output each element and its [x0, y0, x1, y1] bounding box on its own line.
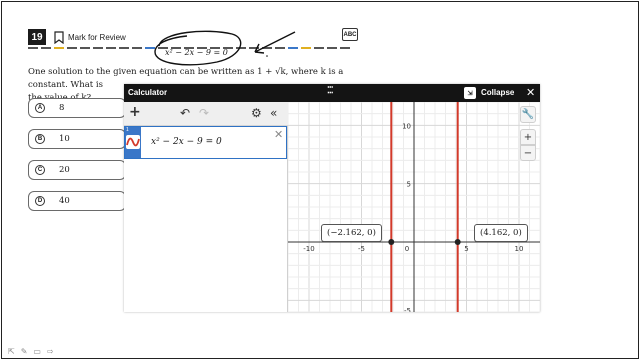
collapse-button[interactable]: Collapse	[481, 88, 514, 97]
collapse-icon[interactable]: ⇲	[464, 87, 476, 99]
choice-letter: A	[35, 103, 45, 113]
expression-input[interactable]: x² − 2x − 9 = 0	[151, 137, 222, 147]
graph-canvas[interactable]: -10 -5 0 5 10 10 5 -5	[288, 102, 540, 312]
choice-value: 10	[59, 134, 70, 144]
x-tick-label: 0	[405, 245, 409, 253]
graph-area[interactable]: -10 -5 0 5 10 10 5 -5 🔧 + − (−2.162, 0) (4.162,…	[288, 102, 540, 312]
y-tick-label: -5	[404, 307, 411, 312]
calculator-titlebar[interactable]: Calculator ⁚⁚⁚ ⇲ Collapse ✕	[124, 84, 540, 102]
root-point	[388, 239, 395, 245]
redo-icon[interactable]: ↷	[199, 106, 209, 120]
question-number: 19	[28, 29, 46, 45]
close-icon[interactable]: ✕	[526, 86, 535, 99]
zoom-in-button[interactable]: +	[520, 129, 536, 145]
x-tick-label: 10	[515, 245, 524, 253]
choice-a[interactable]: A 8	[28, 98, 126, 118]
choice-d[interactable]: D 40	[28, 191, 126, 211]
delete-expression-icon[interactable]: ✕	[274, 128, 283, 141]
x-tick-label: 5	[464, 245, 468, 253]
choice-letter: D	[35, 196, 45, 206]
screen: 19 Mark for Review ABC x² − 2x − 9 = 0 O…	[1, 1, 639, 359]
calculator-title: Calculator	[128, 88, 168, 97]
undo-icon[interactable]: ↶	[180, 106, 190, 120]
choice-letter: C	[35, 165, 45, 175]
hide-list-icon[interactable]: «	[270, 106, 277, 120]
drag-handle-icon[interactable]: ⁚⁚⁚	[327, 86, 334, 95]
choice-b[interactable]: B 10	[28, 129, 126, 149]
choice-value: 8	[59, 103, 65, 113]
y-tick-label: 5	[407, 181, 411, 189]
choice-c[interactable]: C 20	[28, 160, 126, 180]
system-tray: ⇱ ✎ ▭ ⇨	[8, 347, 54, 356]
x-tick-label: -10	[303, 245, 314, 253]
root-point	[454, 239, 461, 245]
annotated-equation: x² − 2x − 9 = 0	[165, 48, 228, 57]
point-label-left: (−2.162, 0)	[321, 224, 382, 242]
expression-index: 1	[126, 127, 129, 133]
graph-toggle-icon[interactable]	[126, 135, 140, 149]
choice-value: 40	[59, 196, 70, 206]
expression-list: 1 x² − 2x − 9 = 0 ✕	[124, 126, 288, 312]
forward-icon[interactable]: ⇨	[47, 347, 54, 356]
graph-settings-wrench-icon[interactable]: 🔧	[520, 106, 536, 123]
answer-eliminator-button[interactable]: ABC	[342, 28, 358, 41]
choice-letter: B	[35, 134, 45, 144]
pointer-icon[interactable]: ⇱	[8, 347, 15, 356]
x-tick-label: -5	[358, 245, 365, 253]
add-expression-icon[interactable]: +	[129, 104, 141, 120]
mark-for-review-button[interactable]: Mark for Review	[68, 33, 126, 42]
settings-gear-icon[interactable]: ⚙	[251, 106, 262, 120]
expression-row[interactable]: 1 x² − 2x − 9 = 0 ✕	[124, 126, 287, 159]
choice-value: 20	[59, 165, 70, 175]
pen-icon[interactable]: ✎	[21, 347, 28, 356]
screen-icon[interactable]: ▭	[33, 347, 41, 356]
expression-gutter: 1	[125, 127, 141, 158]
calculator-window: Calculator ⁚⁚⁚ ⇲ Collapse ✕ + ↶ ↷ ⚙ « 1 …	[124, 84, 540, 312]
point-label-right: (4.162, 0)	[474, 224, 528, 242]
bookmark-icon[interactable]	[54, 30, 64, 44]
zoom-out-button[interactable]: −	[520, 145, 536, 161]
y-tick-label: 10	[402, 122, 411, 130]
expression-toolbar: + ↶ ↷ ⚙ «	[124, 102, 288, 126]
